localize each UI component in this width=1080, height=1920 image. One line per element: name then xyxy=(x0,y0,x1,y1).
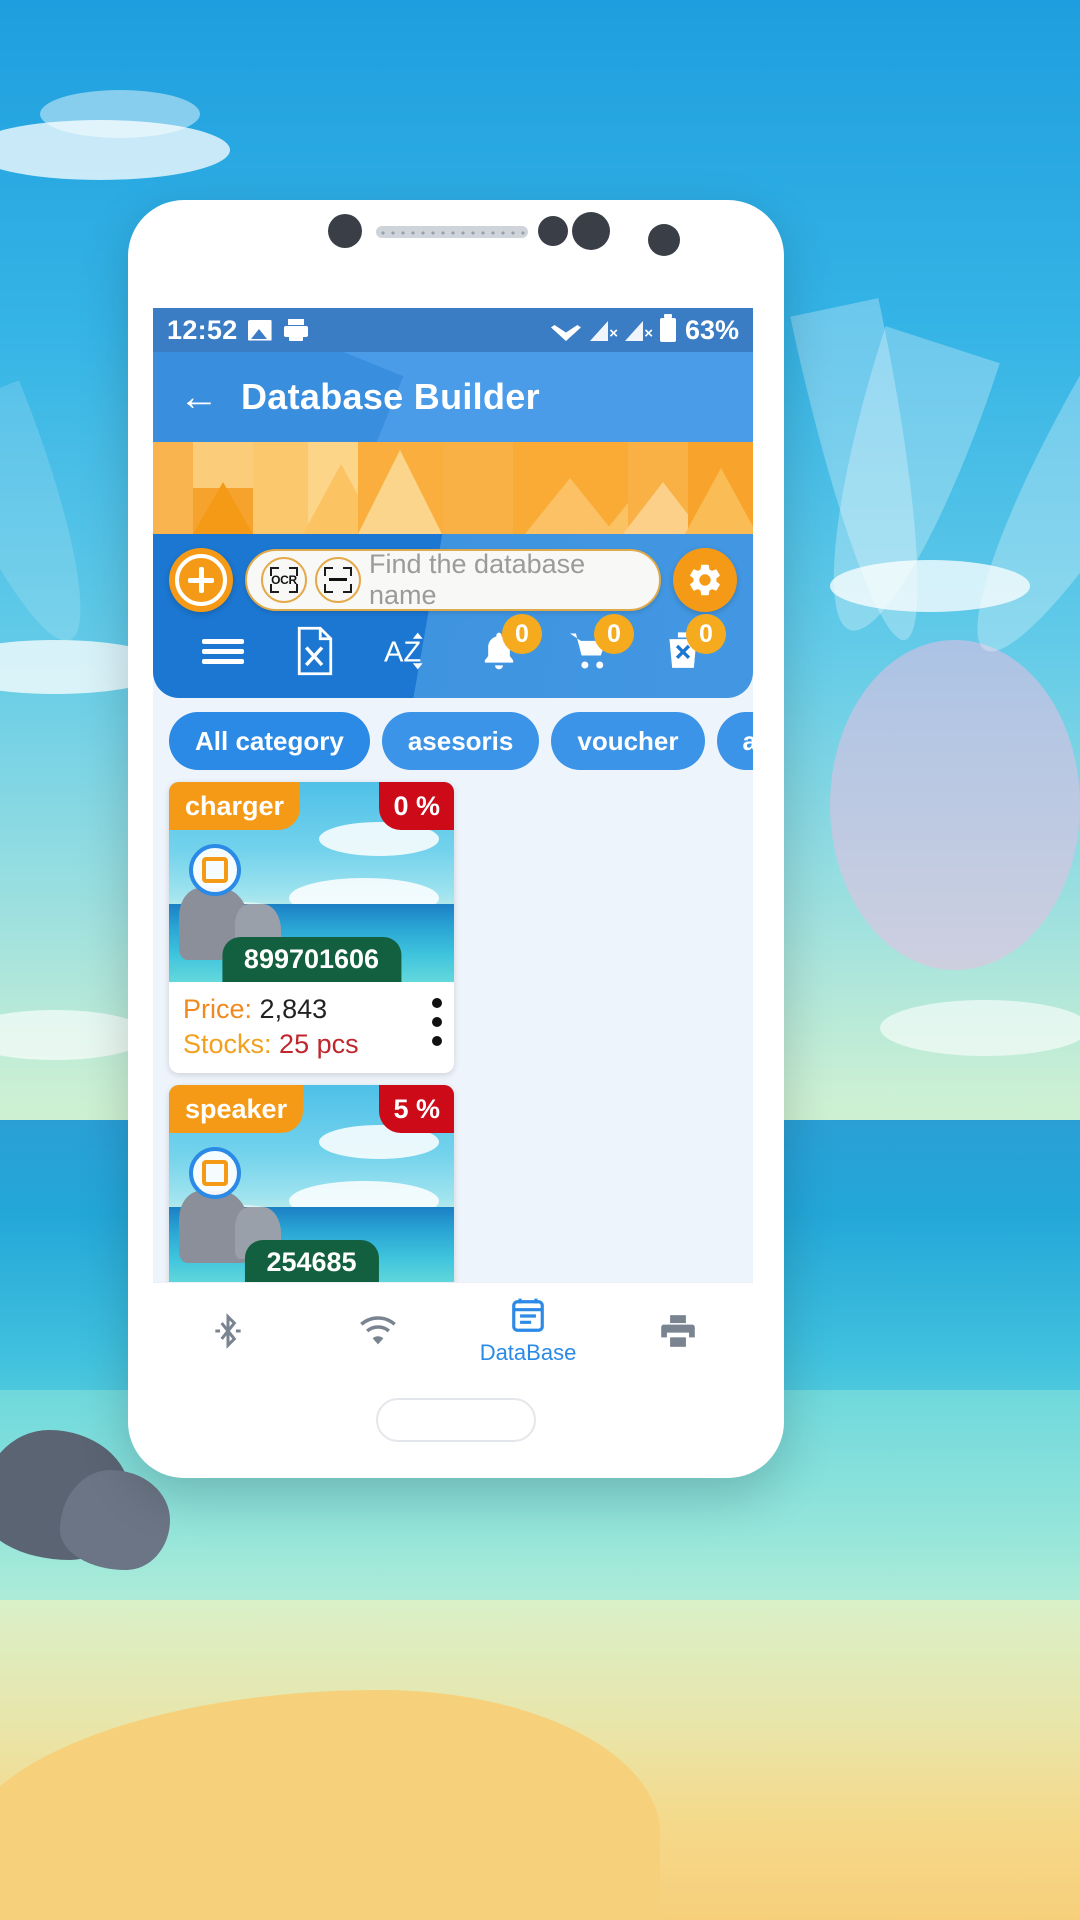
search-row: OCR Find the database name xyxy=(169,548,737,612)
gear-icon xyxy=(686,561,724,599)
printer-icon xyxy=(283,319,308,341)
search-panel: OCR Find the database name AZ 0 0 0 xyxy=(153,534,753,698)
nav-label-database: DataBase xyxy=(479,1339,577,1365)
product-stock-row: Stocks: 25 pcs xyxy=(183,1027,440,1062)
phone-screen: 12:52 × × 63% ← Database Builder OCR Fin… xyxy=(153,308,753,1378)
nav-item-wifi[interactable] xyxy=(303,1311,453,1351)
excel-export-icon[interactable] xyxy=(292,626,338,676)
delete-badge: 0 xyxy=(686,614,726,654)
sort-az-icon[interactable]: AZ xyxy=(384,628,430,674)
price-value: 2,843 xyxy=(259,994,328,1024)
product-details: Price: 2,843 Stocks: 25 pcs xyxy=(169,982,454,1073)
header-banner-image xyxy=(153,442,753,534)
status-bar-clock: 12:52 xyxy=(167,314,238,345)
product-image: speaker 5 % 254685 xyxy=(169,1085,454,1286)
status-bar: 12:52 × × 63% xyxy=(153,308,753,352)
status-bar-notification-icons xyxy=(247,319,308,341)
category-filter-row[interactable]: All category asesoris voucher audio h xyxy=(153,698,753,782)
page-title: Database Builder xyxy=(241,376,540,417)
menu-icon[interactable] xyxy=(200,628,246,674)
printer-icon xyxy=(658,1311,698,1351)
wifi-icon xyxy=(358,1311,398,1351)
app-bar: ← Database Builder xyxy=(153,352,753,442)
shopping-cart-icon[interactable]: 0 xyxy=(568,614,634,674)
ocr-label: OCR xyxy=(271,573,297,587)
cart-badge: 0 xyxy=(594,614,634,654)
stocks-value: 25 pcs xyxy=(279,1028,359,1059)
cloud-shape xyxy=(40,90,200,138)
product-image: charger 0 % 899701606 xyxy=(169,782,454,982)
nav-item-bluetooth[interactable] xyxy=(153,1311,303,1351)
battery-icon xyxy=(659,314,676,342)
earpiece-speaker xyxy=(376,226,528,238)
category-chip-all[interactable]: All category xyxy=(169,712,370,770)
product-price-row: Price: 2,843 xyxy=(183,992,440,1027)
product-discount-badge: 0 % xyxy=(379,782,454,830)
signal-no-sim-icon: × xyxy=(589,319,618,342)
rock-shape xyxy=(60,1470,170,1570)
product-name-tag: charger xyxy=(169,782,301,830)
product-code: 899701606 xyxy=(221,937,402,982)
product-discount-badge: 5 % xyxy=(379,1085,454,1134)
wifi-icon xyxy=(550,325,581,341)
barcode-scan-icon[interactable] xyxy=(315,557,361,603)
nav-item-printer[interactable] xyxy=(603,1311,753,1351)
product-checkbox[interactable] xyxy=(189,844,241,896)
image-icon xyxy=(247,319,272,341)
category-chip-asesoris[interactable]: asesoris xyxy=(381,712,540,770)
settings-button[interactable] xyxy=(673,548,737,612)
stocks-label: Stocks: xyxy=(183,1028,272,1059)
action-toolbar: AZ 0 0 0 xyxy=(169,612,737,688)
delete-cart-icon[interactable]: 0 xyxy=(660,614,726,674)
home-indicator xyxy=(376,1398,536,1442)
add-database-button[interactable] xyxy=(169,548,233,612)
category-chip-voucher[interactable]: voucher xyxy=(551,712,705,770)
sensor-dot xyxy=(538,216,568,246)
search-input[interactable]: Find the database name xyxy=(369,549,645,611)
status-bar-system-icons: × × 63% xyxy=(550,314,739,346)
sensor-dot xyxy=(572,212,610,250)
product-name-tag: speaker xyxy=(169,1085,304,1134)
ocr-scan-icon[interactable]: OCR xyxy=(261,557,307,603)
search-input-container[interactable]: OCR Find the database name xyxy=(245,549,661,611)
notification-badge: 0 xyxy=(502,614,542,654)
bottom-navigation-bar: DataBase xyxy=(153,1282,753,1378)
database-icon xyxy=(508,1296,548,1336)
sensor-dot xyxy=(648,224,680,256)
signal-no-sim-icon: × xyxy=(624,319,653,342)
category-chip-audio[interactable]: audio xyxy=(716,712,753,770)
product-card[interactable]: charger 0 % 899701606 Price: 2,843 Stock… xyxy=(169,782,454,1074)
notification-bell-icon[interactable]: 0 xyxy=(476,614,542,674)
decorative-blob xyxy=(830,640,1080,970)
cloud-shape xyxy=(880,1000,1080,1056)
more-vertical-icon[interactable] xyxy=(432,998,442,1055)
plus-icon xyxy=(175,554,227,606)
product-checkbox[interactable] xyxy=(189,1147,241,1200)
nav-item-database[interactable]: DataBase xyxy=(453,1296,603,1366)
bluetooth-icon xyxy=(208,1311,248,1351)
phone-top-bezel xyxy=(128,200,784,305)
battery-percent-label: 63% xyxy=(684,314,739,345)
front-camera xyxy=(328,214,362,248)
price-label: Price: xyxy=(183,994,253,1024)
phone-device-frame: 12:52 × × 63% ← Database Builder OCR Fin… xyxy=(128,200,784,1478)
product-code: 254685 xyxy=(244,1240,379,1286)
back-arrow-icon[interactable]: ← xyxy=(179,377,219,417)
